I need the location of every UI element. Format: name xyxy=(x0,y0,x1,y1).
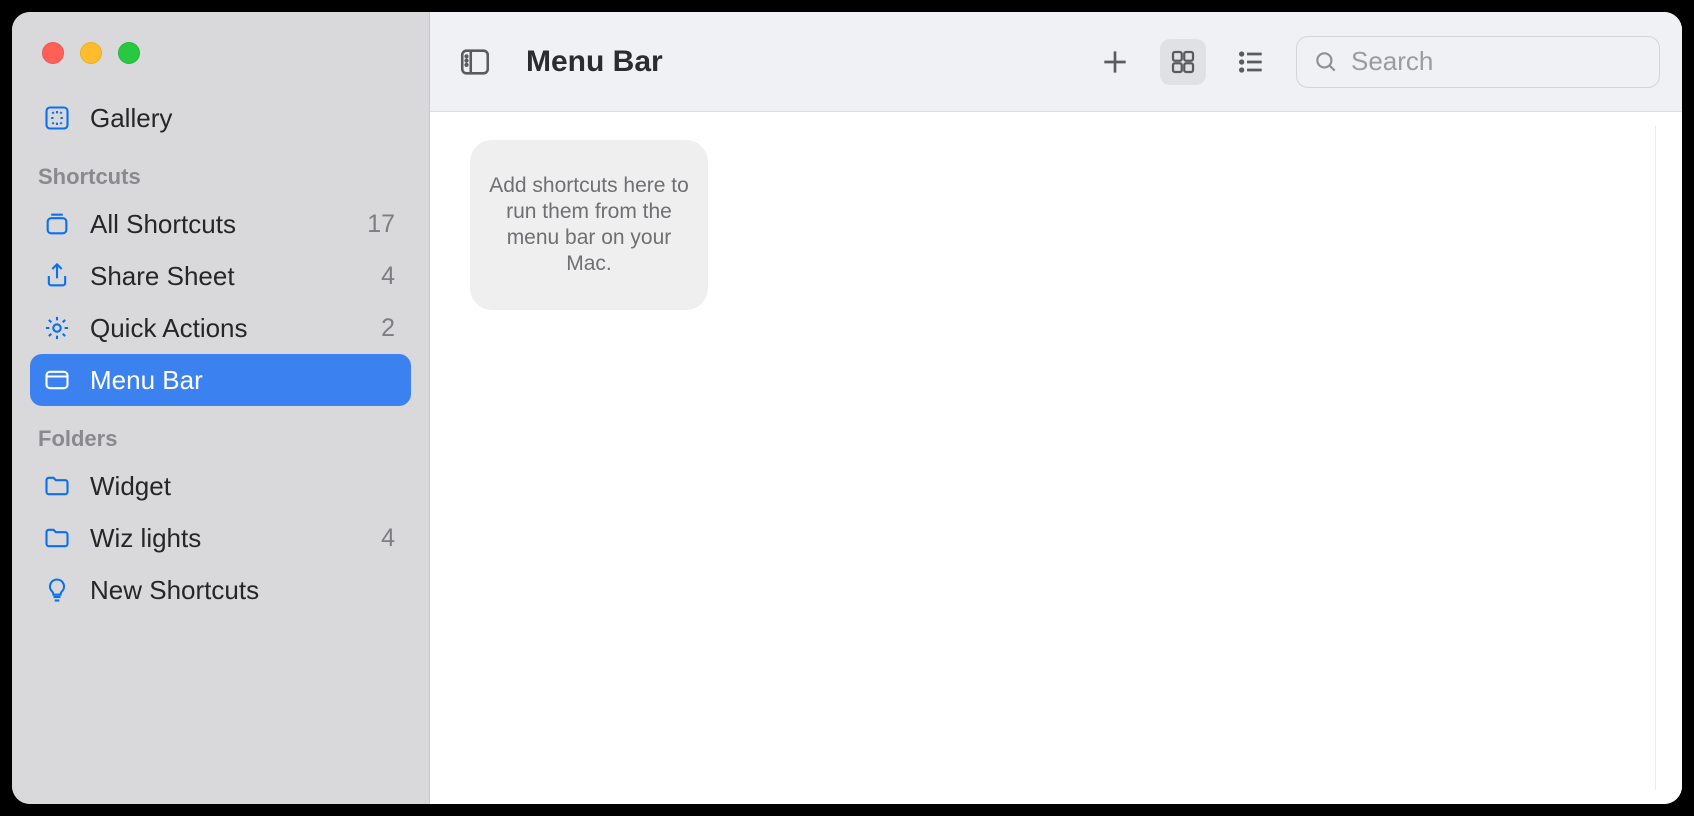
section-header-shortcuts: Shortcuts xyxy=(26,144,415,198)
close-window-button[interactable] xyxy=(42,42,64,64)
minimize-window-button[interactable] xyxy=(80,42,102,64)
toolbar: Menu Bar xyxy=(430,12,1682,112)
list-view-button[interactable] xyxy=(1228,39,1274,85)
fullscreen-window-button[interactable] xyxy=(118,42,140,64)
toggle-sidebar-button[interactable] xyxy=(452,39,498,85)
sidebar-item-count: 2 xyxy=(381,314,395,343)
app-window: Gallery Shortcuts All Shortcuts 17 Share… xyxy=(12,12,1682,804)
sidebar-item-label: All Shortcuts xyxy=(90,209,236,240)
empty-state-card: Add shortcuts here to run them from the … xyxy=(470,140,708,310)
sidebar-item-share-sheet[interactable]: Share Sheet 4 xyxy=(30,250,411,302)
folder-icon xyxy=(42,523,72,553)
sidebar-item-label: Menu Bar xyxy=(90,365,203,396)
sidebar: Gallery Shortcuts All Shortcuts 17 Share… xyxy=(12,12,430,804)
sidebar-item-menu-bar[interactable]: Menu Bar xyxy=(30,354,411,406)
search-field[interactable] xyxy=(1296,36,1660,88)
folder-icon xyxy=(42,471,72,501)
add-shortcut-button[interactable] xyxy=(1092,39,1138,85)
search-input[interactable] xyxy=(1351,46,1643,77)
sidebar-item-count: 17 xyxy=(367,210,395,239)
empty-state-text: Add shortcuts here to run them from the … xyxy=(488,173,690,278)
gear-icon xyxy=(42,313,72,343)
menubar-icon xyxy=(42,365,72,395)
content-area: Add shortcuts here to run them from the … xyxy=(430,112,1682,804)
sidebar-item-count: 4 xyxy=(381,524,395,553)
page-title: Menu Bar xyxy=(526,45,663,79)
main-area: Menu Bar xyxy=(430,12,1682,804)
share-icon xyxy=(42,261,72,291)
search-icon xyxy=(1313,49,1339,75)
sidebar-item-folder-new-shortcuts[interactable]: New Shortcuts xyxy=(30,564,411,616)
sidebar-item-label: Share Sheet xyxy=(90,261,235,292)
sidebar-item-gallery[interactable]: Gallery xyxy=(30,92,411,144)
sidebar-item-label: New Shortcuts xyxy=(90,575,259,606)
section-header-folders: Folders xyxy=(26,406,415,460)
gallery-icon xyxy=(42,103,72,133)
sidebar-item-folder-wiz-lights[interactable]: Wiz lights 4 xyxy=(30,512,411,564)
sidebar-item-all-shortcuts[interactable]: All Shortcuts 17 xyxy=(30,198,411,250)
sidebar-item-count: 4 xyxy=(381,262,395,291)
sidebar-item-quick-actions[interactable]: Quick Actions 2 xyxy=(30,302,411,354)
sidebar-item-label: Quick Actions xyxy=(90,313,248,344)
lightbulb-icon xyxy=(42,575,72,605)
sidebar-item-folder-widget[interactable]: Widget xyxy=(30,460,411,512)
sidebar-item-label: Widget xyxy=(90,471,171,502)
sidebar-item-label: Wiz lights xyxy=(90,523,201,554)
window-controls xyxy=(26,34,415,92)
grid-view-button[interactable] xyxy=(1160,39,1206,85)
sidebar-item-label: Gallery xyxy=(90,103,172,134)
stack-icon xyxy=(42,209,72,239)
